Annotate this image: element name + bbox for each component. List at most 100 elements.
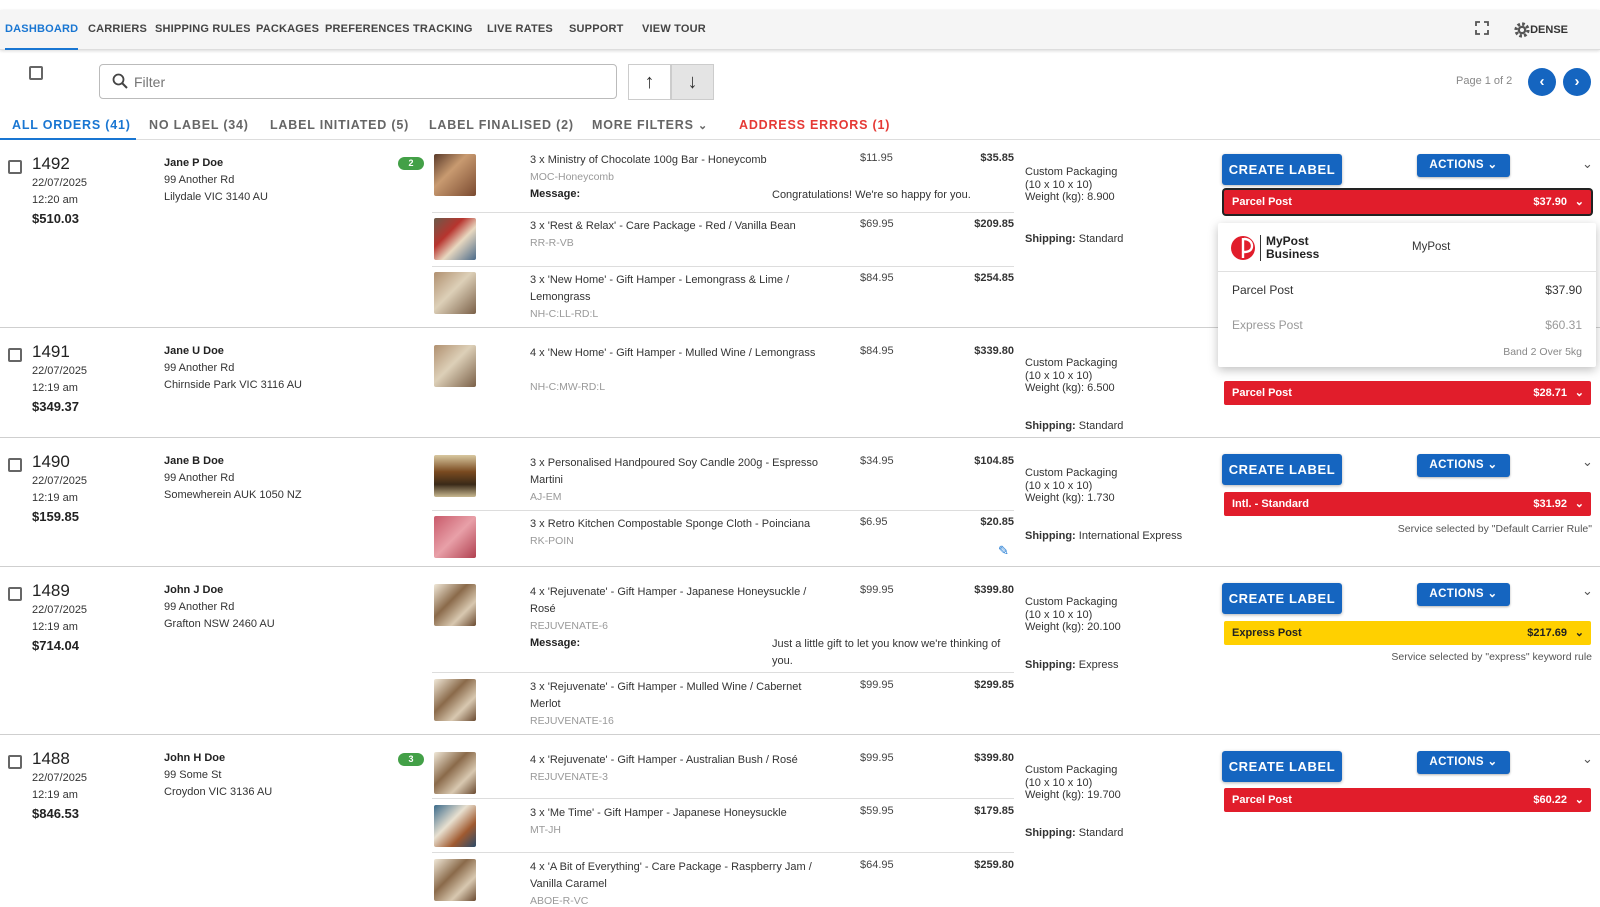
- order-row: 1490 22/07/2025 12:19 am $159.85 Jane B …: [0, 438, 1600, 567]
- nav-live-rates[interactable]: LIVE RATES: [487, 10, 553, 50]
- order-time: 12:19 am: [32, 789, 78, 801]
- option-express-post[interactable]: Express Post: [1232, 318, 1303, 332]
- item-sku: MOC-Honeycomb: [530, 171, 615, 183]
- top-nav-bar: DASHBOARD CARRIERS SHIPPING RULES PACKAG…: [0, 10, 1600, 50]
- actions-button[interactable]: ACTIONS ⌄: [1417, 154, 1510, 177]
- shipping-method: Shipping: International Express: [1025, 530, 1183, 542]
- item-name: 4 x 'Rejuvenate' - Gift Hamper - Austral…: [530, 754, 798, 766]
- dense-toggle[interactable]: DENSE: [1530, 10, 1568, 50]
- product-thumbnail: [434, 218, 476, 260]
- create-label-button[interactable]: CREATE LABEL: [1222, 583, 1342, 614]
- order-number[interactable]: 1488: [32, 749, 70, 769]
- order-time: 12:19 am: [32, 621, 78, 633]
- nav-carriers[interactable]: CARRIERS: [88, 10, 147, 50]
- item-divider: [432, 798, 1014, 799]
- item-sku: NH-C:MW-RD:L: [530, 381, 606, 393]
- order-checkbox[interactable]: [8, 160, 22, 174]
- sort-ascending-button[interactable]: ↑: [628, 64, 671, 100]
- expand-chevron-icon[interactable]: ⌄: [1582, 454, 1593, 470]
- actions-button[interactable]: ACTIONS ⌄: [1417, 751, 1510, 774]
- shipping-method: Shipping: Standard: [1025, 420, 1124, 432]
- create-label-button[interactable]: CREATE LABEL: [1222, 751, 1342, 782]
- expand-chevron-icon[interactable]: ⌄: [1582, 583, 1593, 599]
- package-info: Custom Packaging (10 x 10 x 10) Weight (kg…: [1025, 357, 1118, 394]
- service-selector[interactable]: Parcel Post $37.90 ⌄: [1224, 190, 1591, 214]
- fullscreen-icon[interactable]: [1472, 20, 1492, 40]
- chevron-down-icon: ⌄: [1574, 387, 1584, 399]
- nav-shipping-rules[interactable]: SHIPPING RULES: [155, 10, 251, 50]
- sort-descending-button[interactable]: ↓: [671, 64, 714, 100]
- product-thumbnail: [434, 805, 476, 847]
- service-rule-note: Service selected by "Default Carrier Rul…: [1397, 523, 1592, 535]
- item-name: 3 x 'Rejuvenate' - Gift Hamper - Mulled …: [530, 681, 802, 710]
- service-selector[interactable]: Intl. - Standard $31.92 ⌄: [1224, 492, 1591, 516]
- gift-message: Just a little gift to let you know we're…: [772, 638, 1001, 667]
- order-checkbox[interactable]: [8, 458, 22, 472]
- tab-no-label[interactable]: NO LABEL (34): [149, 118, 249, 132]
- service-selector[interactable]: Express Post $217.69 ⌄: [1224, 621, 1591, 645]
- tab-address-errors[interactable]: ADDRESS ERRORS (1): [739, 118, 890, 132]
- filter-field[interactable]: [99, 64, 617, 99]
- band-info: Band 2 Over 5kg: [1503, 346, 1582, 358]
- item-divider: [432, 672, 1014, 673]
- page-info: Page 1 of 2: [1456, 75, 1513, 87]
- nav-view-tour[interactable]: VIEW TOUR: [642, 10, 706, 50]
- service-selector[interactable]: Parcel Post $60.22 ⌄: [1224, 788, 1591, 812]
- order-total: $714.04: [32, 638, 79, 653]
- nav-tracking[interactable]: TRACKING: [413, 10, 473, 50]
- order-number[interactable]: 1489: [32, 581, 70, 601]
- order-number[interactable]: 1490: [32, 452, 70, 472]
- gear-icon[interactable]: [1512, 20, 1532, 40]
- order-checkbox[interactable]: [8, 587, 22, 601]
- customer-name: John J Doe: [164, 584, 224, 596]
- tab-all-orders[interactable]: ALL ORDERS (41): [12, 118, 131, 132]
- order-date: 22/07/2025: [32, 475, 88, 487]
- item-total: $104.85: [974, 455, 1014, 467]
- address-line-2: Lilydale VIC 3140 AU: [164, 191, 268, 203]
- item-name: 3 x 'New Home' - Gift Hamper - Lemongras…: [530, 274, 790, 303]
- nav-packages[interactable]: PACKAGES: [256, 10, 319, 50]
- next-page-button[interactable]: ›: [1563, 68, 1591, 96]
- item-count-badge: 2: [398, 157, 424, 170]
- service-selector[interactable]: Parcel Post $28.71 ⌄: [1224, 381, 1591, 405]
- address-line-1: 99 Another Rd: [164, 362, 235, 374]
- create-label-button[interactable]: CREATE LABEL: [1222, 454, 1342, 485]
- more-filters-label: MORE FILTERS: [592, 118, 694, 132]
- tab-more-filters[interactable]: MORE FILTERS ⌄: [592, 118, 708, 132]
- filter-input[interactable]: [134, 72, 594, 92]
- order-checkbox[interactable]: [8, 755, 22, 769]
- nav-dashboard[interactable]: DASHBOARD: [5, 10, 79, 50]
- customer-name: Jane B Doe: [164, 455, 224, 467]
- actions-button[interactable]: ACTIONS ⌄: [1417, 583, 1510, 606]
- tab-label-finalised[interactable]: LABEL FINALISED (2): [429, 118, 574, 132]
- order-number[interactable]: 1492: [32, 154, 70, 174]
- order-date: 22/07/2025: [32, 177, 88, 189]
- order-time: 12:19 am: [32, 382, 78, 394]
- item-total: $35.85: [980, 152, 1014, 164]
- expand-chevron-icon[interactable]: ⌄: [1582, 751, 1593, 767]
- tab-label-initiated[interactable]: LABEL INITIATED (5): [270, 118, 409, 132]
- address-line-2: Somewherein AUK 1050 NZ: [164, 489, 302, 501]
- prev-page-button[interactable]: ‹: [1528, 68, 1556, 96]
- order-checkbox[interactable]: [8, 348, 22, 362]
- expand-chevron-icon[interactable]: ⌄: [1582, 156, 1593, 172]
- package-info: Custom Packaging (10 x 10 x 10) Weight (kg…: [1025, 596, 1121, 633]
- message-label: Message:: [530, 637, 581, 649]
- nav-support[interactable]: SUPPORT: [569, 10, 624, 50]
- create-label-button[interactable]: CREATE LABEL: [1222, 154, 1342, 185]
- actions-button[interactable]: ACTIONS ⌄: [1417, 454, 1510, 477]
- address-line-2: Grafton NSW 2460 AU: [164, 618, 275, 630]
- item-total: $254.85: [974, 272, 1014, 284]
- select-all-checkbox[interactable]: [29, 66, 43, 80]
- item-name: 4 x 'A Bit of Everything' - Care Package…: [530, 861, 812, 890]
- option-parcel-post-price[interactable]: $37.90: [1545, 283, 1582, 297]
- item-total: $209.85: [974, 218, 1014, 230]
- option-express-post-price[interactable]: $60.31: [1545, 318, 1582, 332]
- shipping-method: Shipping: Standard: [1025, 827, 1124, 839]
- option-parcel-post[interactable]: Parcel Post: [1232, 283, 1293, 297]
- item-sku: REJUVENATE-3: [530, 771, 608, 783]
- edit-pencil-icon[interactable]: ✎: [998, 543, 1009, 559]
- nav-preferences[interactable]: PREFERENCES: [325, 10, 410, 50]
- order-number[interactable]: 1491: [32, 342, 70, 362]
- item-price: $34.95: [860, 455, 894, 467]
